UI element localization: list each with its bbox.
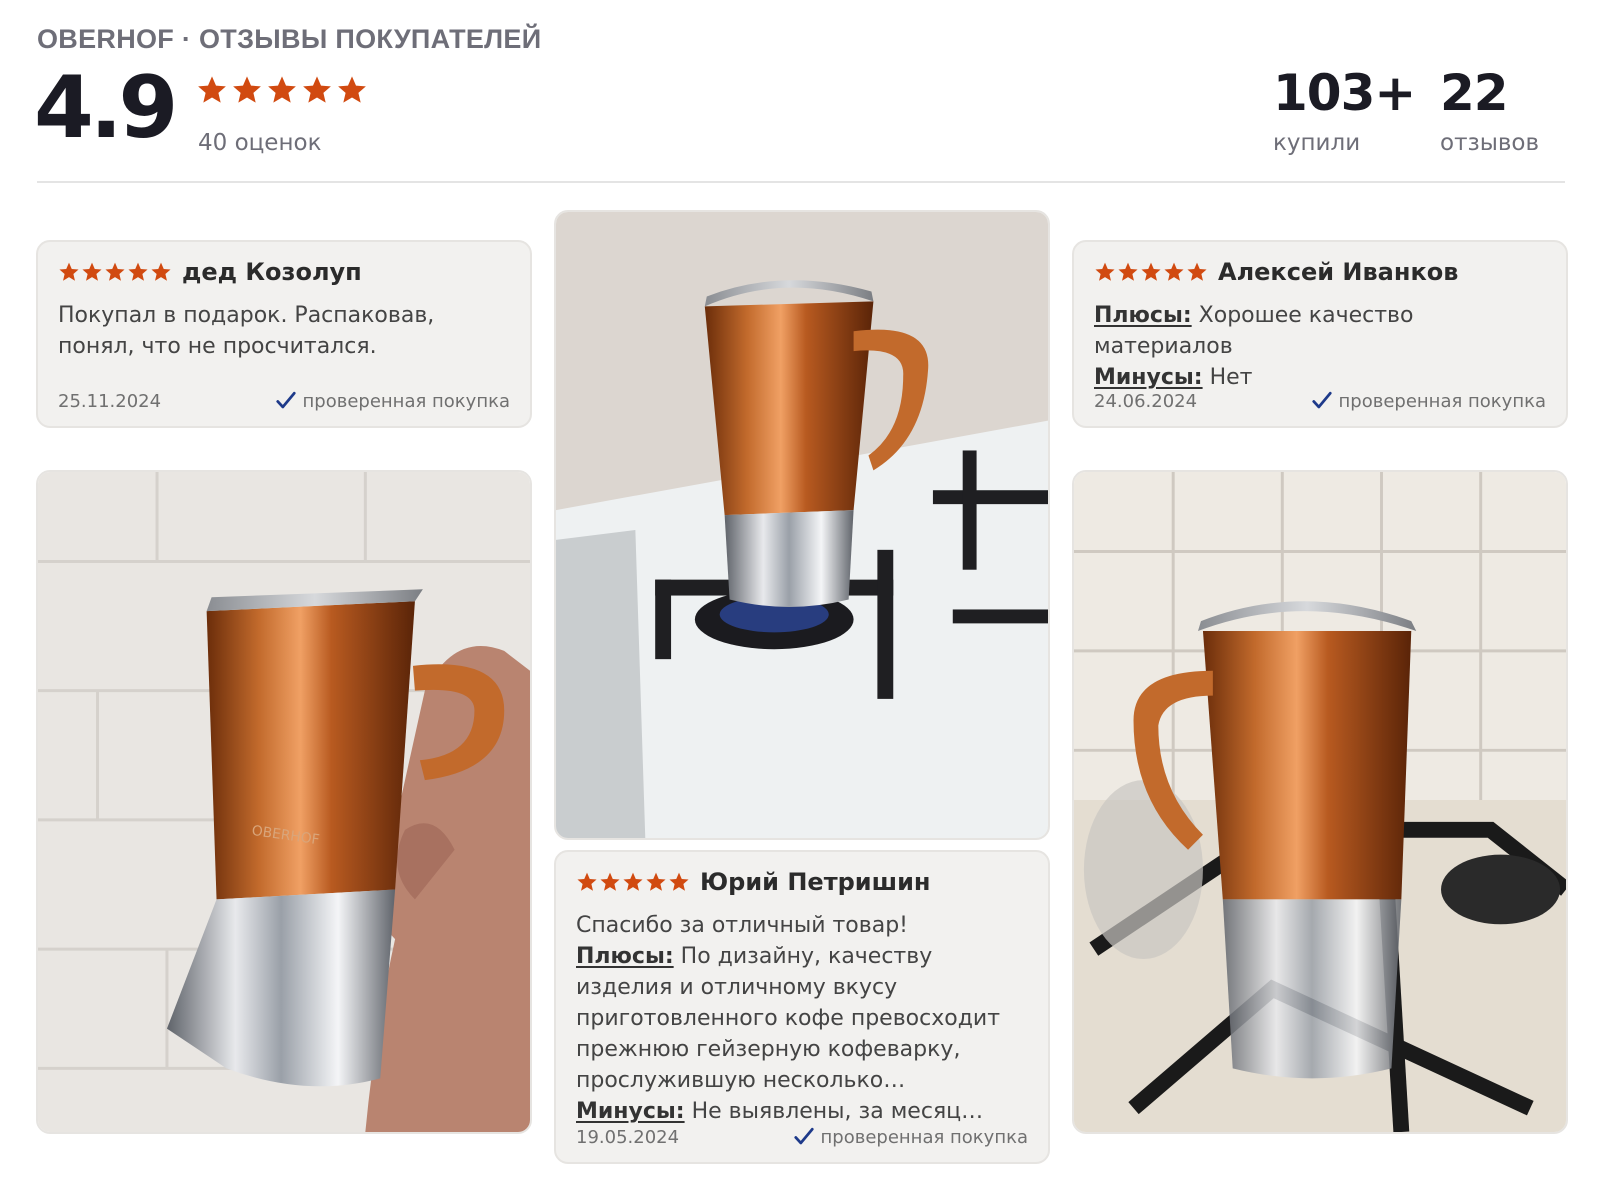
stat-reviews-value: 22 [1440,64,1509,122]
star-icon [336,74,368,106]
review-author: Алексей Иванков [1218,258,1459,286]
star-icon [58,261,80,283]
review-date: 19.05.2024 [576,1126,680,1148]
review-cons: Минусы: Не выявлены, за месяц… [576,1096,1034,1127]
cons-label: Минусы: [1094,365,1203,390]
star-icon [1117,261,1139,283]
stat-reviews: 22 отзывов [1440,64,1539,156]
review-text: Спасибо за отличный товар! Плюсы: По диз… [576,910,1034,1127]
cons-text: Нет [1209,365,1253,390]
cons-text: Не выявлены, за месяц… [691,1099,984,1124]
review-footer: 24.06.2024 проверенная покупка [1094,390,1546,412]
review-text: Плюсы: Хорошее качество материалов Минус… [1094,300,1550,393]
review-pros: Плюсы: Хорошее качество материалов [1094,300,1550,362]
verified-label: проверенная покупка [820,1126,1028,1148]
review-card[interactable]: дед Козолуп Покупал в подарок. Распакова… [36,240,532,428]
stat-reviews-label: отзывов [1440,130,1540,156]
review-body: Спасибо за отличный товар! [576,913,908,938]
star-icon [231,74,263,106]
review-footer: 19.05.2024 проверенная покупка [576,1126,1028,1148]
stat-purchased-value: 103+ [1273,64,1416,122]
star-icon [645,871,667,893]
review-stars [1094,261,1208,283]
star-icon [1163,261,1185,283]
verified-purchase: проверенная покупка [275,390,510,412]
stat-purchased-label: купили [1273,130,1361,156]
star-icon [81,261,103,283]
review-header: дед Козолуп [58,258,362,286]
check-icon [793,1126,815,1148]
review-card[interactable]: Юрий Петришин Спасибо за отличный товар!… [554,850,1050,1164]
review-date: 25.11.2024 [58,390,162,412]
star-icon [1140,261,1162,283]
review-body: Покупал в подарок. Распаковав, понял, чт… [58,303,435,359]
review-pros: Плюсы: По дизайну, качеству изделия и от… [576,941,1034,1096]
review-text: Покупал в подарок. Распаковав, понял, чт… [58,300,510,362]
review-header: Алексей Иванков [1094,258,1458,286]
check-icon [275,390,297,412]
rating-stars [196,74,368,106]
review-stars [576,871,690,893]
photo-coffee-maker-on-stove-white[interactable] [554,210,1050,840]
star-icon [1094,261,1116,283]
star-icon [127,261,149,283]
verified-purchase: проверенная покупка [793,1126,1028,1148]
verified-label: проверенная покупка [302,390,510,412]
header-divider [37,181,1565,183]
star-icon [266,74,298,106]
stat-purchased: 103+ купили [1273,64,1416,156]
photo-coffee-maker-on-stove-tiles[interactable] [1072,470,1568,1134]
cons-label: Минусы: [576,1099,685,1124]
star-icon [1186,261,1208,283]
review-footer: 25.11.2024 проверенная покупка [58,390,510,412]
verified-purchase: проверенная покупка [1311,390,1546,412]
star-icon [668,871,690,893]
review-header: Юрий Петришин [576,868,931,896]
verified-label: проверенная покупка [1338,390,1546,412]
star-icon [104,261,126,283]
review-date: 24.06.2024 [1094,390,1198,412]
star-icon [622,871,644,893]
star-icon [196,74,228,106]
star-icon [301,74,333,106]
pros-label: Плюсы: [576,944,674,969]
brand-title: OBERHOF · ОТЗЫВЫ ПОКУПАТЕЛЕЙ [37,24,542,54]
star-icon [599,871,621,893]
review-author: Юрий Петришин [700,868,931,896]
star-icon [150,261,172,283]
review-cons: Минусы: Нет [1094,362,1550,393]
check-icon [1311,390,1333,412]
star-icon [576,871,598,893]
ratings-count: 40 оценок [198,130,322,156]
pros-label: Плюсы: [1094,303,1192,328]
review-card[interactable]: Алексей Иванков Плюсы: Хорошее качество … [1072,240,1568,428]
average-rating: 4.9 [34,58,178,158]
review-stars [58,261,172,283]
review-author: дед Козолуп [182,258,362,286]
photo-coffee-maker-in-hand[interactable]: OBERHOF [36,470,532,1134]
